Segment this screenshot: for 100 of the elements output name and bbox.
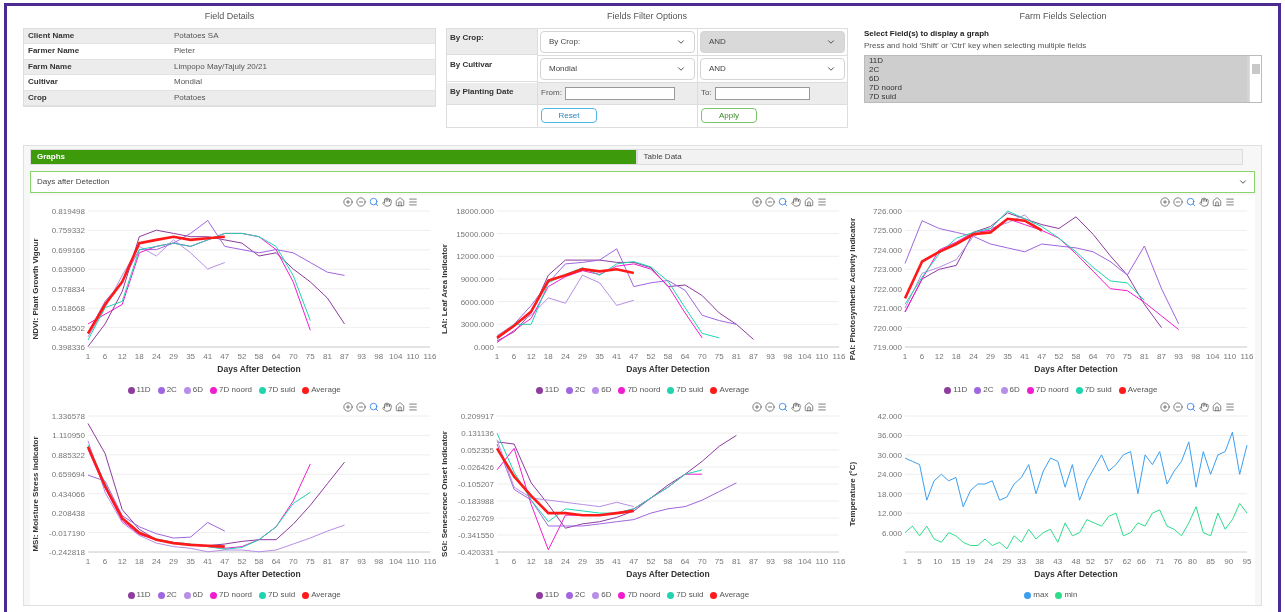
legend-label[interactable]: 11D — [136, 384, 151, 396]
legend-marker[interactable] — [565, 386, 573, 394]
legend-label[interactable]: 7D suid — [676, 384, 704, 396]
menu-icon[interactable] — [1225, 402, 1235, 412]
apply-button[interactable]: Apply — [701, 108, 757, 123]
legend-label[interactable]: 7D noord — [219, 589, 252, 601]
zoom-out-icon[interactable] — [764, 197, 775, 207]
legend-label[interactable]: 6D — [192, 589, 204, 601]
field-option[interactable]: 6D — [865, 73, 1247, 84]
legend-label[interactable]: 6D — [192, 384, 204, 396]
legend-marker[interactable] — [974, 386, 982, 394]
home-icon[interactable] — [803, 402, 814, 412]
legend-label[interactable]: 2C — [574, 384, 586, 396]
cultivar-select[interactable]: Mondial — [540, 57, 695, 80]
hand-icon[interactable] — [382, 402, 393, 412]
home-icon[interactable] — [395, 402, 406, 412]
legend-label[interactable]: 11D — [953, 384, 968, 396]
home-icon[interactable] — [1212, 402, 1222, 412]
legend-marker[interactable] — [667, 386, 675, 394]
zoom-in-icon[interactable] — [343, 197, 354, 207]
legend-label[interactable]: 2C — [983, 384, 994, 396]
legend-marker[interactable] — [618, 591, 626, 599]
legend-label[interactable]: Average — [311, 384, 341, 396]
home-icon[interactable] — [803, 197, 814, 207]
legend-label[interactable]: Average — [311, 589, 341, 601]
hand-icon[interactable] — [382, 197, 393, 207]
legend-label[interactable]: min — [1064, 589, 1078, 601]
legend-label[interactable]: Average — [719, 589, 750, 601]
zoom-out-icon[interactable] — [764, 402, 775, 412]
legend-marker[interactable] — [667, 591, 675, 599]
to-date-field[interactable] — [714, 86, 810, 100]
legend-marker[interactable] — [710, 386, 718, 394]
legend-label[interactable]: Average — [1127, 384, 1158, 396]
zoom-in-icon[interactable] — [1160, 402, 1170, 412]
legend-marker[interactable] — [1024, 591, 1032, 599]
search-icon[interactable] — [1186, 197, 1196, 207]
legend-marker[interactable] — [259, 386, 266, 394]
legend-marker[interactable] — [710, 591, 718, 599]
legend-label[interactable]: 2C — [166, 384, 177, 396]
zoom-out-icon[interactable] — [1173, 402, 1183, 412]
legend-label[interactable]: 7D suid — [676, 589, 704, 601]
legend-marker[interactable] — [157, 591, 165, 599]
zoom-in-icon[interactable] — [1160, 197, 1170, 207]
legend-marker[interactable] — [618, 386, 626, 394]
legend-label[interactable]: 6D — [1009, 384, 1020, 396]
zoom-out-icon[interactable] — [356, 197, 367, 207]
search-icon[interactable] — [1186, 402, 1196, 412]
reset-button[interactable]: Reset — [541, 108, 597, 123]
legend-label[interactable]: 2C — [574, 589, 586, 601]
hand-icon[interactable] — [790, 402, 801, 412]
legend-marker[interactable] — [944, 386, 952, 394]
legend-marker[interactable] — [183, 386, 191, 394]
legend-label[interactable]: max — [1033, 589, 1049, 601]
legend-label[interactable]: 7D noord — [627, 589, 661, 601]
legend-marker[interactable] — [1026, 386, 1034, 394]
legend-label[interactable]: 7D noord — [1035, 384, 1069, 396]
from-date-field[interactable] — [564, 86, 675, 100]
field-option[interactable]: 2C — [865, 64, 1247, 74]
legend-marker[interactable] — [259, 591, 266, 599]
legend-marker[interactable] — [535, 591, 543, 599]
legend-label[interactable]: Average — [719, 384, 750, 396]
legend-label[interactable]: 11D — [544, 384, 559, 396]
field-option[interactable]: 7D noord — [865, 83, 1247, 93]
menu-icon[interactable] — [1225, 197, 1235, 207]
legend-label[interactable]: 7D suid — [268, 589, 296, 601]
legend-label[interactable]: 2C — [166, 589, 177, 601]
zoom-out-icon[interactable] — [356, 402, 367, 412]
menu-icon[interactable] — [816, 197, 827, 207]
legend-marker[interactable] — [1118, 386, 1126, 394]
home-icon[interactable] — [395, 197, 406, 207]
legend-label[interactable]: 7D noord — [219, 384, 252, 396]
legend-label[interactable]: 6D — [601, 384, 612, 396]
menu-icon[interactable] — [408, 402, 419, 412]
legend-label[interactable]: 11D — [136, 589, 151, 601]
legend-marker[interactable] — [183, 591, 191, 599]
legend-marker[interactable] — [565, 591, 573, 599]
legend-label[interactable]: 7D suid — [268, 384, 296, 396]
menu-icon[interactable] — [408, 197, 419, 207]
legend-marker[interactable] — [127, 386, 135, 394]
scrollbar[interactable] — [1249, 55, 1261, 102]
hand-icon[interactable] — [790, 197, 801, 207]
legend-marker[interactable] — [592, 386, 600, 394]
search-icon[interactable] — [369, 197, 380, 207]
field-option[interactable]: 7D suid — [865, 92, 1247, 102]
hand-icon[interactable] — [1199, 197, 1209, 207]
legend-marker[interactable] — [302, 591, 310, 599]
field-listbox[interactable]: 11D 2C 6D 7D noord 7D suid — [864, 54, 1262, 103]
zoom-in-icon[interactable] — [751, 197, 762, 207]
legend-label[interactable]: 7D suid — [1084, 384, 1112, 396]
legend-marker[interactable] — [592, 591, 600, 599]
legend-label[interactable]: 7D noord — [627, 384, 661, 396]
legend-marker[interactable] — [210, 591, 218, 599]
zoom-out-icon[interactable] — [1173, 197, 1183, 207]
legend-label[interactable]: 11D — [544, 589, 559, 601]
legend-marker[interactable] — [157, 386, 165, 394]
legend-marker[interactable] — [1000, 386, 1008, 394]
home-icon[interactable] — [1212, 197, 1222, 207]
legend-marker[interactable] — [210, 386, 218, 394]
tab[interactable]: Table Data — [636, 149, 1243, 165]
legend-marker[interactable] — [535, 386, 543, 394]
